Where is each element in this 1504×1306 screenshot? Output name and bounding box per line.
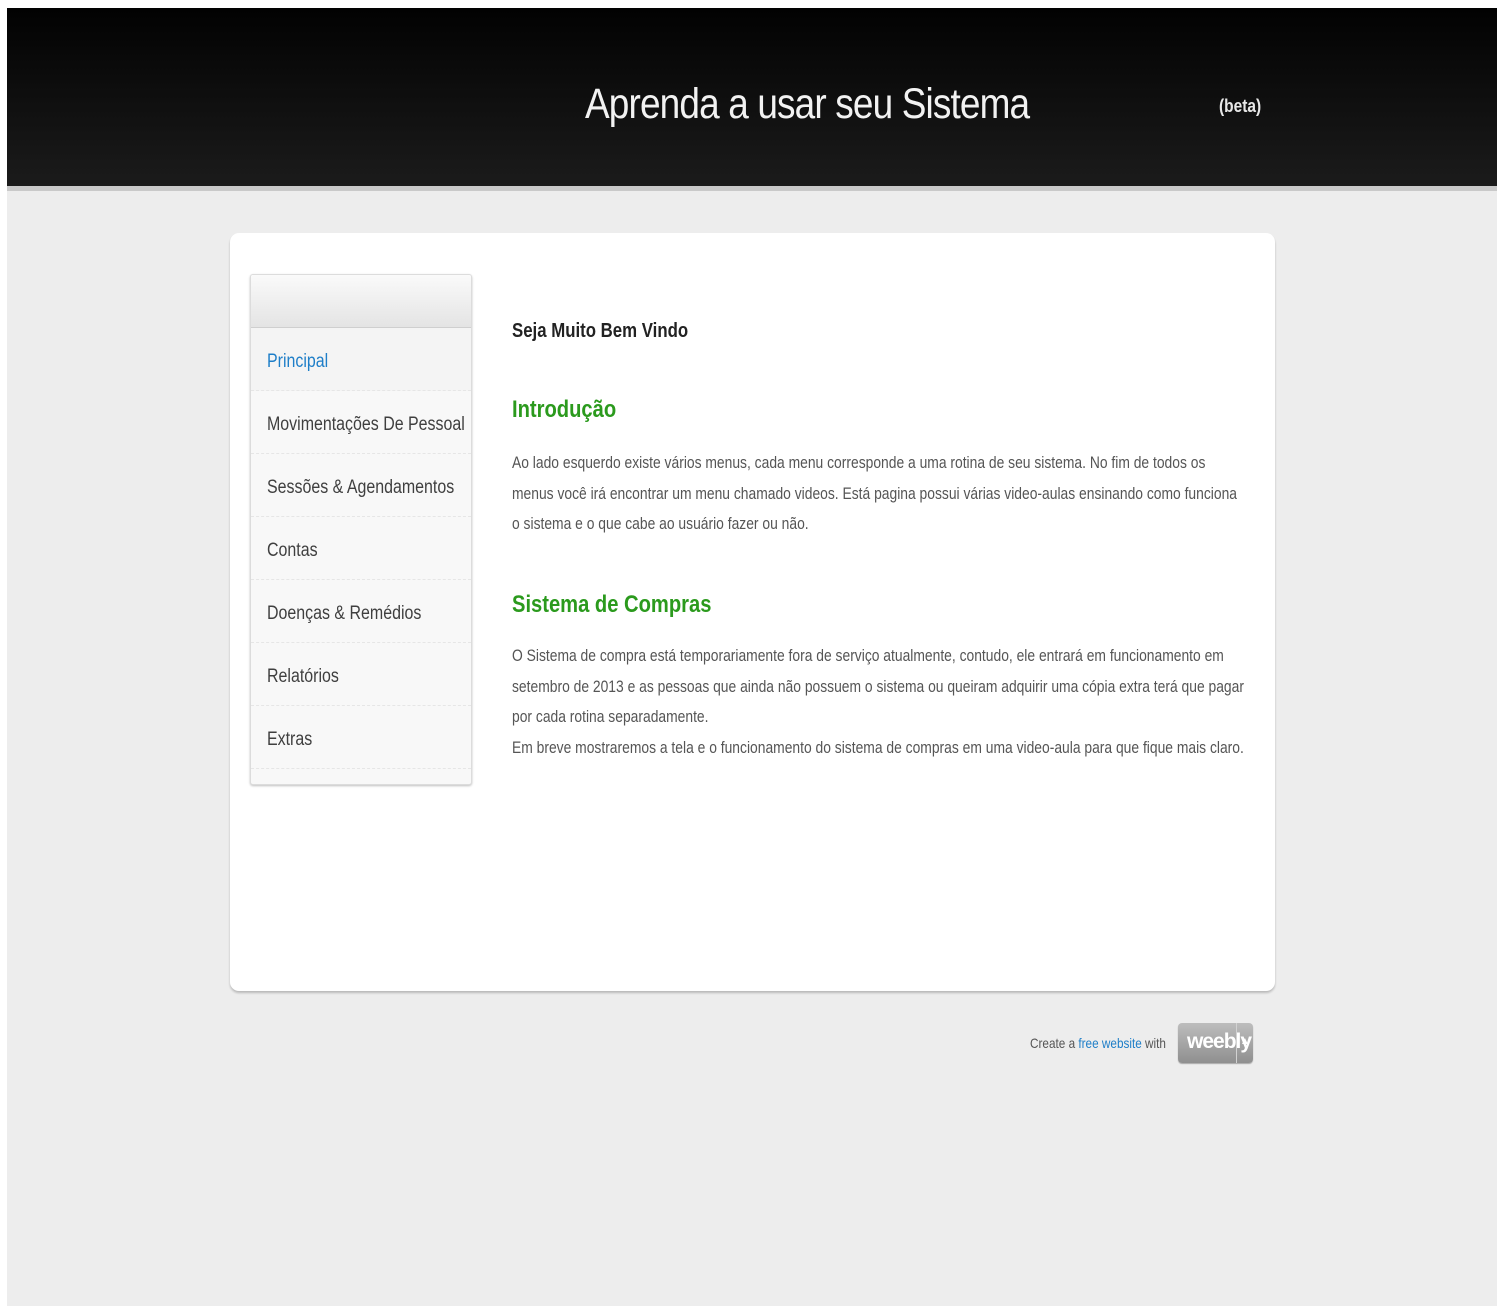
sidebar-item-principal[interactable]: Principal (251, 328, 471, 391)
welcome-heading: Seja Muito Bem Vindo (512, 320, 689, 342)
intro-paragraph: Ao lado esquerdo existe vários menus, ca… (512, 448, 1247, 540)
page: Aprenda a usar seu Sistema (beta) Princi… (7, 8, 1497, 1306)
sidebar-menu: Principal Movimentações De Pessoal Sessõ… (250, 274, 472, 785)
site-title[interactable]: Aprenda a usar seu Sistema (585, 80, 1030, 129)
footer-credit: Create a free website with (1030, 1035, 1166, 1051)
sidebar-item-extras[interactable]: Extras (251, 706, 471, 769)
sidebar-item-doencas[interactable]: Doenças & Remédios (251, 580, 471, 643)
sidebar-item-relatorios[interactable]: Relatórios (251, 643, 471, 706)
site-header: Aprenda a usar seu Sistema (beta) (7, 8, 1497, 191)
content-card: Principal Movimentações De Pessoal Sessõ… (230, 233, 1275, 991)
compras-text: O Sistema de compra está temporariamente… (512, 647, 1244, 726)
intro-heading: Introdução (512, 396, 617, 423)
weebly-divider (1236, 1023, 1237, 1063)
compras-paragraph: O Sistema de compra está temporariamente… (512, 641, 1247, 763)
compras-text-2: Em breve mostraremos a tela e o funciona… (512, 738, 1244, 757)
intro-text: Ao lado esquerdo existe vários menus, ca… (512, 454, 1237, 533)
sidebar-header (251, 275, 471, 328)
footer-suffix: with (1145, 1035, 1166, 1051)
sidebar-item-label: Doenças & Remédios (267, 603, 422, 624)
sidebar-item-contas[interactable]: Contas (251, 517, 471, 580)
footer-prefix: Create a (1030, 1035, 1076, 1051)
weebly-button[interactable]: weebly ▲ (1178, 1023, 1253, 1063)
free-website-link[interactable]: free website (1078, 1035, 1141, 1051)
compras-heading: Sistema de Compras (512, 591, 712, 618)
caret-up-icon: ▲ (1240, 1036, 1250, 1047)
sidebar-item-label: Contas (267, 540, 318, 561)
sidebar-item-label: Sessões & Agendamentos (267, 477, 455, 498)
sidebar-item-movimentacoes[interactable]: Movimentações De Pessoal (251, 391, 471, 454)
sidebar-item-label: Movimentações De Pessoal (267, 414, 465, 435)
sidebar-item-sessoes[interactable]: Sessões & Agendamentos (251, 454, 471, 517)
sidebar-item-label: Relatórios (267, 666, 339, 687)
sidebar-item-label: Principal (267, 351, 329, 372)
beta-badge: (beta) (1219, 96, 1262, 116)
sidebar-item-label: Extras (267, 729, 313, 750)
